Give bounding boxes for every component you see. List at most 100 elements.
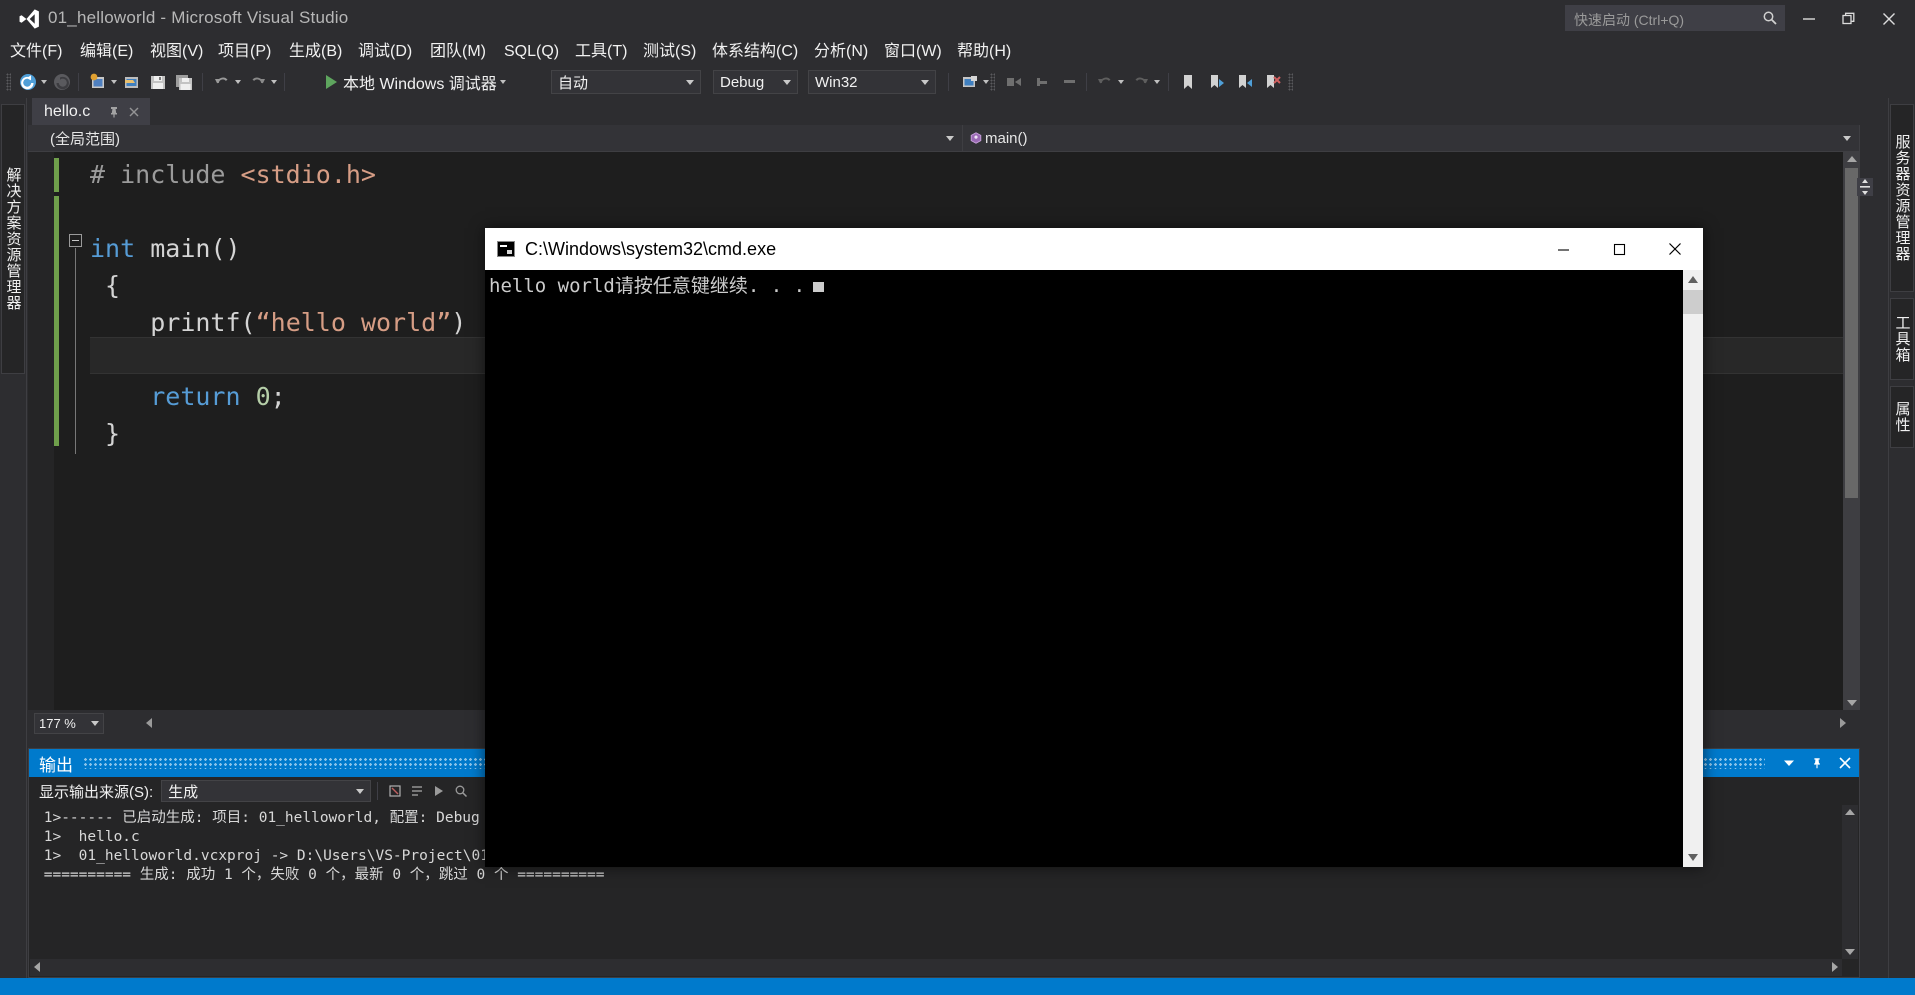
scrollbar-thumb[interactable] xyxy=(1683,290,1703,314)
menu-item-view[interactable]: 视图(V) xyxy=(148,38,205,66)
open-file-button[interactable] xyxy=(122,70,142,94)
output-vertical-scrollbar[interactable] xyxy=(1842,805,1858,959)
menu-item-tools[interactable]: 工具(T) xyxy=(573,38,629,66)
cmd-maximize-button[interactable] xyxy=(1591,228,1647,270)
find-message-button[interactable] xyxy=(450,780,472,802)
scroll-up-arrow-icon[interactable] xyxy=(1688,276,1698,283)
sidebar-tab-properties[interactable]: 属性 xyxy=(1890,386,1914,448)
save-all-button[interactable] xyxy=(174,70,194,94)
chevron-down-icon[interactable] xyxy=(356,788,365,794)
menu-item-window[interactable]: 窗口(W) xyxy=(882,38,944,66)
output-panel-close-button[interactable] xyxy=(1831,749,1859,777)
chevron-down-icon[interactable] xyxy=(921,79,929,85)
scroll-left-arrow-icon[interactable] xyxy=(34,962,40,972)
menu-item-help[interactable]: 帮助(H) xyxy=(955,38,1013,66)
search-icon[interactable] xyxy=(1762,10,1778,26)
toggle-bookmark-button[interactable] xyxy=(1178,70,1198,94)
previous-bookmark-button[interactable] xyxy=(1234,70,1254,94)
attach-caret-icon[interactable] xyxy=(983,80,989,84)
navigate-forward-button[interactable] xyxy=(52,70,72,94)
sidebar-tab-toolbox[interactable]: 工具箱 xyxy=(1890,298,1914,380)
close-button[interactable] xyxy=(1869,0,1909,38)
scroll-right-arrow-icon[interactable] xyxy=(1832,962,1838,972)
collapse-minus-icon[interactable] xyxy=(69,234,82,247)
quick-launch-input[interactable]: 快速启动 (Ctrl+Q) xyxy=(1565,5,1785,31)
scroll-down-arrow-icon[interactable] xyxy=(1688,854,1698,861)
output-horizontal-scrollbar[interactable] xyxy=(30,959,1842,976)
start-debugging-caret-icon[interactable] xyxy=(499,80,506,84)
toolbar-grip[interactable] xyxy=(6,73,11,91)
scroll-down-arrow-icon[interactable] xyxy=(1845,949,1855,955)
toolbar-grip-3[interactable] xyxy=(1288,73,1293,91)
redo-caret-icon[interactable] xyxy=(271,80,277,84)
menu-item-file[interactable]: 文件(F) xyxy=(8,38,64,66)
editor-vertical-scrollbar[interactable] xyxy=(1843,152,1860,710)
menu-item-edit[interactable]: 编辑(E) xyxy=(78,38,135,66)
sidebar-tab-server-explorer[interactable]: 服务器资源管理器 xyxy=(1890,104,1914,292)
member-combo[interactable]: main() xyxy=(963,125,1860,152)
cmd-console-body[interactable]: hello world请按任意键继续. . . xyxy=(485,270,1703,867)
minimize-button[interactable] xyxy=(1789,0,1829,38)
scroll-right-arrow-icon[interactable] xyxy=(1840,718,1846,728)
close-icon[interactable] xyxy=(126,104,142,120)
chevron-down-icon[interactable] xyxy=(946,136,954,141)
cmd-vertical-scrollbar[interactable] xyxy=(1683,270,1703,867)
new-project-button[interactable] xyxy=(88,70,117,94)
save-button[interactable] xyxy=(148,70,168,94)
chevron-down-icon[interactable] xyxy=(91,721,99,726)
undo-button[interactable] xyxy=(212,70,241,94)
menu-item-sql[interactable]: SQL(Q) xyxy=(502,38,561,66)
new-project-caret-icon[interactable] xyxy=(111,80,117,84)
editor-tab-hello-c[interactable]: hello.c xyxy=(32,98,151,125)
menu-item-test[interactable]: 测试(S) xyxy=(641,38,698,66)
output-panel-pin-button[interactable] xyxy=(1803,749,1831,777)
undo-caret-icon[interactable] xyxy=(235,80,241,84)
start-debugging-button[interactable]: 本地 Windows 调试器 xyxy=(326,70,506,94)
breakpoint-margin[interactable] xyxy=(28,152,54,710)
pin-icon[interactable] xyxy=(106,104,122,120)
go-to-message-button[interactable] xyxy=(428,780,450,802)
menu-item-architecture[interactable]: 体系结构(C) xyxy=(710,38,800,66)
maximize-restore-button[interactable] xyxy=(1829,0,1869,38)
undo-nav-caret-icon[interactable] xyxy=(1118,80,1124,84)
toggle-word-wrap-button[interactable] xyxy=(406,780,428,802)
cmd-window[interactable]: C:\Windows\system32\cmd.exe hello world请… xyxy=(485,228,1703,867)
undo-nav-button[interactable] xyxy=(1095,70,1124,94)
zoom-level-combo[interactable]: 177 % xyxy=(34,713,104,734)
solution-configuration-combo[interactable]: Debug xyxy=(713,70,798,94)
clear-output-button[interactable] xyxy=(384,780,406,802)
scroll-up-arrow-icon[interactable] xyxy=(1847,156,1857,162)
solution-platform-combo[interactable]: Win32 xyxy=(808,70,936,94)
navigate-back-caret-icon[interactable] xyxy=(41,80,47,84)
menu-item-build[interactable]: 生成(B) xyxy=(287,38,344,66)
cmd-title-bar[interactable]: C:\Windows\system32\cmd.exe xyxy=(485,228,1703,270)
scope-combo[interactable]: (全局范围) xyxy=(28,125,963,152)
output-panel-dropdown-button[interactable] xyxy=(1775,749,1803,777)
cmd-minimize-button[interactable] xyxy=(1535,228,1591,270)
scroll-left-arrow-icon[interactable] xyxy=(146,718,152,728)
menu-item-project[interactable]: 项目(P) xyxy=(216,38,273,66)
redo-nav-button[interactable] xyxy=(1131,70,1160,94)
step-into-button[interactable] xyxy=(1004,70,1024,94)
cmd-close-button[interactable] xyxy=(1647,228,1703,270)
redo-nav-caret-icon[interactable] xyxy=(1154,80,1160,84)
toolbar-grip-2[interactable] xyxy=(990,73,995,91)
attach-to-process-button[interactable] xyxy=(960,70,989,94)
menu-item-team[interactable]: 团队(M) xyxy=(428,38,488,66)
chevron-down-icon[interactable] xyxy=(686,79,694,85)
debug-target-combo[interactable]: 自动 xyxy=(551,70,701,94)
menu-item-debug[interactable]: 调试(D) xyxy=(356,38,414,66)
step-over-button[interactable] xyxy=(1034,70,1054,94)
scroll-down-arrow-icon[interactable] xyxy=(1847,700,1857,706)
scrollbar-thumb[interactable] xyxy=(1845,168,1858,498)
chevron-down-icon[interactable] xyxy=(1843,136,1851,141)
scroll-up-arrow-icon[interactable] xyxy=(1845,809,1855,815)
navigate-back-button[interactable] xyxy=(18,70,47,94)
output-source-combo[interactable]: 生成 xyxy=(161,780,372,802)
sidebar-tab-solution-explorer[interactable]: 解决方案资源管理器 xyxy=(1,104,25,374)
next-bookmark-button[interactable] xyxy=(1206,70,1226,94)
clear-bookmarks-button[interactable] xyxy=(1262,70,1282,94)
splitter-handle-icon[interactable] xyxy=(1857,178,1873,196)
menu-item-analyze[interactable]: 分析(N) xyxy=(812,38,870,66)
redo-button[interactable] xyxy=(248,70,277,94)
